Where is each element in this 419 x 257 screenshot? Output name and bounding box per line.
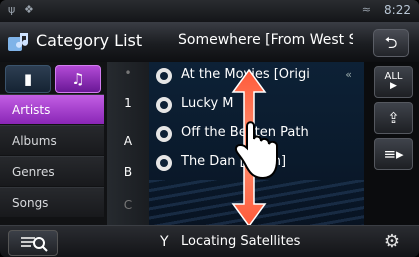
action-panel: ALL ▶ ⇪ ≡▸ xyxy=(364,62,419,225)
header-bar: Category List Somewhere [From West S ⮌ xyxy=(0,22,419,63)
category-panel: ▮ ♫ Artists Albums Genres Songs xyxy=(0,62,107,225)
back-arrow-icon: ⮌ xyxy=(384,33,398,52)
footer-bar: Y Locating Satellites ⚙ xyxy=(0,225,419,257)
usb-icon: ψ xyxy=(8,3,16,16)
scroll-text-icon: « xyxy=(345,68,352,81)
page-title: Category List xyxy=(36,31,143,50)
disc-icon xyxy=(156,97,172,113)
clock: 8:22 xyxy=(384,3,411,17)
swipe-gesture-icon xyxy=(231,68,278,228)
folder-up-button[interactable]: ⇪ xyxy=(374,102,413,134)
category-albums[interactable]: Albums xyxy=(0,125,104,155)
search-list-icon xyxy=(21,237,48,252)
index-letter[interactable]: 1 xyxy=(107,96,149,110)
back-button[interactable]: ⮌ xyxy=(373,29,409,57)
index-dot: • xyxy=(124,66,132,80)
index-letter[interactable]: A xyxy=(107,134,149,148)
satellite-icon: Y xyxy=(160,234,169,250)
wifi-icon: ≈ xyxy=(361,3,371,16)
film-icon: ▮ xyxy=(23,70,33,88)
screen: ψ ❖ ≈ 8:22 Category List Somewhere [From… xyxy=(0,0,419,257)
music-folder-icon xyxy=(8,33,28,51)
music-note-icon: ♫ xyxy=(71,70,85,88)
now-playing-title: Somewhere [From West S xyxy=(178,32,353,48)
gps-status: Locating Satellites xyxy=(181,234,301,249)
disc-icon xyxy=(156,155,172,171)
category-songs[interactable]: Songs xyxy=(0,187,104,217)
tab-music[interactable]: ♫ xyxy=(55,65,101,93)
category-artists[interactable]: Artists xyxy=(0,94,104,124)
status-bar: ψ ❖ ≈ 8:22 xyxy=(0,0,419,22)
list-play-button[interactable]: ≡▸ xyxy=(374,138,413,170)
disc-icon xyxy=(156,68,172,84)
play-all-icon: ▶ xyxy=(390,81,397,91)
search-list-button[interactable] xyxy=(8,230,58,256)
phone-icon: ❖ xyxy=(24,3,34,16)
gear-icon: ⚙ xyxy=(383,231,401,252)
index-letter[interactable]: B xyxy=(107,165,149,179)
index-letter[interactable]: C xyxy=(107,198,149,212)
play-all-button[interactable]: ALL ▶ xyxy=(374,66,413,98)
disc-icon xyxy=(156,126,172,142)
list-play-icon: ≡▸ xyxy=(383,145,404,163)
tab-video[interactable]: ▮ xyxy=(5,65,51,93)
category-genres[interactable]: Genres xyxy=(0,156,104,186)
settings-button[interactable]: ⚙ xyxy=(375,230,409,254)
folder-up-icon: ⇪ xyxy=(387,109,400,127)
alphabet-index[interactable]: • 1 A B C xyxy=(107,62,149,225)
